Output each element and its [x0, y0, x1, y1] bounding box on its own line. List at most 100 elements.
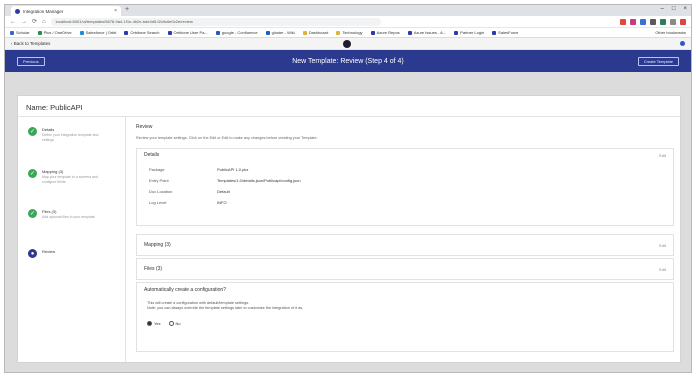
- page-title: New Template: Review (Step 4 of 4): [292, 57, 404, 65]
- detail-value: Templates/1.0/details.json/Publicapi/con…: [217, 178, 301, 183]
- section-description: Review your template settings. Click on …: [136, 136, 318, 140]
- detail-value: Default: [217, 189, 230, 194]
- check-icon: ✓: [28, 127, 37, 136]
- bookmark-item[interactable]: google - Confluence: [215, 30, 258, 35]
- settings-icon[interactable]: [680, 41, 685, 46]
- edit-files-link[interactable]: Edit: [659, 267, 666, 272]
- bookmark-label: Salesforce | Orbit: [85, 30, 117, 35]
- details-panel: Details Edit Package PublicAPI 1.0.pkz E…: [136, 148, 674, 226]
- extension-icons: [620, 18, 686, 25]
- extension-icon[interactable]: [640, 18, 646, 25]
- stepper: ✓ Details Define your integration templa…: [18, 117, 126, 362]
- edit-mapping-link[interactable]: Edit: [659, 243, 666, 248]
- bookmark-item[interactable]: Plus / OneDrive: [37, 30, 72, 35]
- bookmark-item[interactable]: Azure Issues - A...: [407, 30, 447, 35]
- detail-row: Entry Point Templates/1.0/details.json/P…: [137, 175, 673, 186]
- forward-icon[interactable]: →: [21, 19, 27, 25]
- check-icon: ✓: [28, 169, 37, 178]
- detail-key: Entry Point: [149, 178, 169, 183]
- review-section: Review Review your template settings. Cl…: [136, 124, 674, 358]
- step-mapping[interactable]: ✓ Mapping (3) Map your template to a sch…: [28, 169, 104, 185]
- bookmark-favicon-icon: [10, 30, 14, 35]
- extension-icon[interactable]: [620, 18, 626, 25]
- bookmark-item[interactable]: Azure Repos: [370, 30, 400, 35]
- bookmark-label: google - Confluence: [221, 30, 258, 35]
- app-logo-icon: [343, 40, 351, 48]
- new-tab-button[interactable]: +: [125, 6, 129, 13]
- minimize-button[interactable]: –: [661, 6, 664, 12]
- detail-value: PublicAPI 1.0.pkz: [217, 167, 249, 172]
- extension-icon[interactable]: [680, 18, 686, 25]
- extension-icon[interactable]: [650, 18, 656, 25]
- step-description: Map your template to a schema and config…: [42, 175, 98, 184]
- step-label: Review: [42, 249, 56, 254]
- bookmark-favicon-icon: [336, 30, 341, 35]
- files-panel[interactable]: Files (3) Edit: [136, 258, 674, 280]
- wizard-header: Previous New Template: Review (Step 4 of…: [5, 50, 691, 72]
- bookmark-item[interactable]: SalesForce: [492, 30, 518, 35]
- mapping-panel[interactable]: Mapping (3) Edit: [136, 234, 674, 256]
- edit-details-link[interactable]: Edit: [659, 153, 666, 158]
- bookmark-item[interactable]: Partner Login: [454, 30, 484, 35]
- bookmark-item[interactable]: Technology: [336, 30, 363, 35]
- radio-unselected-icon: [168, 321, 174, 326]
- extension-icon[interactable]: [660, 18, 666, 25]
- bookmark-label: Azure Issues - A...: [413, 30, 447, 35]
- radio-selected-icon: [147, 321, 152, 326]
- auto-config-title: Automatically create a configuration?: [144, 287, 226, 293]
- radio-label: No: [175, 321, 181, 326]
- detail-key: Doc Location: [149, 189, 173, 194]
- close-window-button[interactable]: ×: [683, 6, 687, 12]
- reload-icon[interactable]: ⟳: [32, 18, 37, 25]
- details-panel-header[interactable]: Details Edit: [137, 149, 673, 161]
- step-description: Add optional files to your template: [42, 215, 95, 219]
- panel-title: Mapping (3): [144, 242, 171, 248]
- browser-window: Integration Manager × + – □ × ← → ⟳ ⌂ lo…: [4, 4, 692, 373]
- bookmark-label: Orbitone Search: [130, 30, 160, 35]
- browser-tab[interactable]: Integration Manager ×: [11, 6, 121, 16]
- other-bookmarks[interactable]: Other bookmarks: [655, 30, 686, 35]
- app-top-bar: ‹ Back to Templates: [5, 38, 691, 50]
- bookmark-favicon-icon: [492, 30, 497, 35]
- radio-no[interactable]: No: [168, 321, 181, 326]
- radio-yes[interactable]: Yes: [147, 321, 161, 326]
- bookmark-label: SalesForce: [498, 30, 519, 35]
- bookmark-item[interactable]: Orbitone Search: [124, 30, 160, 35]
- bookmark-label: Plus / OneDrive: [43, 30, 72, 35]
- extension-icon[interactable]: [630, 18, 636, 25]
- check-icon: ✓: [28, 209, 37, 218]
- tab-title: Integration Manager: [23, 8, 64, 14]
- back-icon[interactable]: ←: [10, 19, 16, 25]
- address-bar: ← → ⟳ ⌂ localhost:5001/ui/templates/5678…: [5, 16, 691, 28]
- app-favicon-icon: [15, 8, 20, 14]
- bookmark-item[interactable]: Scholar: [10, 30, 30, 35]
- extension-icon[interactable]: [670, 18, 676, 25]
- maximize-button[interactable]: □: [672, 6, 676, 12]
- bookmark-item[interactable]: gluster - Wiki: [265, 30, 295, 35]
- bookmark-label: Dashboard: [308, 30, 329, 35]
- bookmark-favicon-icon: [370, 30, 375, 35]
- bookmark-item[interactable]: Salesforce | Orbit: [79, 30, 117, 35]
- step-details[interactable]: ✓ Details Define your integration templa…: [28, 127, 104, 143]
- wizard-card: Name: PublicAPI ✓ Details Define your in…: [17, 95, 681, 363]
- bookmark-label: Partner Login: [460, 30, 485, 35]
- auto-config-options: Yes No: [137, 311, 673, 326]
- back-to-templates-link[interactable]: ‹ Back to Templates: [11, 41, 50, 46]
- bookmark-label: Technology: [342, 30, 363, 35]
- section-title: Review: [136, 124, 153, 130]
- current-step-icon: ●: [28, 249, 37, 258]
- mapping-panel-header[interactable]: Mapping (3) Edit: [137, 235, 673, 255]
- bookmark-favicon-icon: [265, 30, 270, 35]
- bookmark-item[interactable]: Dashboard: [302, 30, 329, 35]
- bookmark-item[interactable]: Orbitone User Pa...: [167, 30, 208, 35]
- step-files[interactable]: ✓ Files (3) Add optional files to your t…: [28, 209, 104, 220]
- step-description: Define your integration template and set…: [42, 133, 99, 142]
- step-review[interactable]: ● Review: [28, 249, 55, 258]
- files-panel-header[interactable]: Files (3) Edit: [137, 259, 673, 279]
- radio-label: Yes: [154, 321, 161, 326]
- bookmark-favicon-icon: [124, 30, 129, 35]
- url-field[interactable]: localhost:5001/ui/templates/5678-9a4-1f1…: [50, 17, 381, 26]
- tab-close-icon[interactable]: ×: [114, 8, 117, 14]
- bookmarks-bar: Scholar Plus / OneDrive Salesforce | Orbit…: [5, 28, 691, 38]
- home-icon[interactable]: ⌂: [42, 19, 46, 25]
